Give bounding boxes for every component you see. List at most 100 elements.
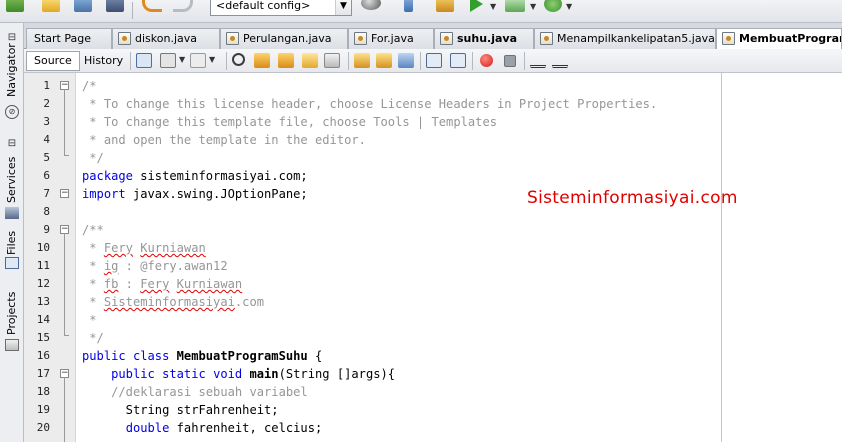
- code-text: * To change this license header, choose …: [82, 97, 658, 111]
- forward-dropdown-icon[interactable]: ▼: [209, 55, 215, 64]
- find-icon[interactable]: [232, 53, 245, 66]
- code-text: * Sisteminformasiyai.com: [82, 295, 265, 309]
- clean-build-icon[interactable]: [404, 0, 413, 12]
- java-file-icon: [722, 32, 735, 45]
- code-text: import javax.swing.JOptionPane;: [82, 187, 308, 201]
- java-file-icon: [354, 32, 367, 45]
- code-line[interactable]: 6 package sisteminformasiyai.com;: [24, 167, 842, 185]
- toggle-bookmark-icon[interactable]: [398, 53, 414, 68]
- tab-perulangan-java[interactable]: Perulangan.java: [220, 28, 348, 49]
- tab-menampilkankelipatan5-java[interactable]: Menampilkankelipatan5.java: [534, 28, 716, 49]
- tab-diskon-java[interactable]: diskon.java: [112, 28, 220, 49]
- undo-icon[interactable]: [142, 0, 162, 12]
- line-number: 2: [43, 97, 50, 110]
- open-project-icon[interactable]: [74, 0, 92, 12]
- line-number: 8: [43, 205, 50, 218]
- line-number: 10: [36, 241, 50, 254]
- code-text: /*: [82, 79, 97, 93]
- back-icon[interactable]: [160, 53, 176, 68]
- java-file-icon: [226, 32, 239, 45]
- code-line[interactable]: 14 *: [24, 311, 842, 329]
- redo-icon[interactable]: [173, 0, 193, 12]
- code-line[interactable]: 18 //deklarasi sebuah variabel: [24, 383, 842, 401]
- source-button[interactable]: Source: [26, 51, 80, 71]
- find-next-icon[interactable]: [278, 53, 294, 68]
- save-all-icon[interactable]: [106, 0, 124, 12]
- code-line[interactable]: 4 * and open the template in the editor.: [24, 131, 842, 149]
- code-line[interactable]: 19 String strFahrenheit;: [24, 401, 842, 419]
- tab-start-page[interactable]: Start Page: [26, 28, 112, 49]
- line-number: 3: [43, 115, 50, 128]
- history-button[interactable]: History: [76, 51, 131, 71]
- code-line[interactable]: 11 * ig : @fery.awan12: [24, 257, 842, 275]
- find-previous-icon[interactable]: [254, 53, 270, 68]
- forward-icon[interactable]: [190, 53, 206, 68]
- code-text: String strFahrenheit;: [82, 403, 279, 417]
- fold-toggle-icon[interactable]: −: [60, 189, 69, 198]
- code-line[interactable]: 17− public static void main(String []arg…: [24, 365, 842, 383]
- code-editor[interactable]: 1−/* 2 * To change this license header, c…: [24, 73, 842, 442]
- code-line[interactable]: 1−/*: [24, 77, 842, 95]
- comment-icon[interactable]: [530, 53, 546, 68]
- sidebar-item-label: Navigator: [5, 43, 18, 97]
- run-dropdown-icon[interactable]: ▼: [490, 2, 496, 11]
- line-number: 9: [43, 223, 50, 236]
- code-text: * Fery Kurniawan: [82, 241, 206, 255]
- new-project-icon[interactable]: [6, 0, 24, 12]
- sidebar-item-projects[interactable]: Projects: [0, 283, 24, 363]
- sidebar-item-navigator[interactable]: ⊟ Navigator ⊘: [0, 29, 24, 124]
- new-file-icon[interactable]: [42, 0, 60, 12]
- tab-suhu-java[interactable]: suhu.java: [434, 28, 534, 49]
- editor-tab-strip: Start Page diskon.java Perulangan.java F…: [24, 27, 842, 50]
- next-bookmark-icon[interactable]: [376, 53, 392, 68]
- code-line[interactable]: 20 double fahrenheit, celcius;: [24, 419, 842, 437]
- toggle-highlight-icon[interactable]: [324, 53, 340, 68]
- projects-icon: [5, 339, 19, 351]
- back-dropdown-icon[interactable]: ▼: [179, 55, 185, 64]
- code-line[interactable]: 9−/**: [24, 221, 842, 239]
- code-line[interactable]: 15 */: [24, 329, 842, 347]
- config-select-value: <default config>: [216, 0, 311, 12]
- profile-dropdown-icon[interactable]: ▼: [566, 2, 572, 11]
- sidebar-item-services[interactable]: ⊟ Services: [0, 135, 24, 223]
- config-select[interactable]: <default config> ▼: [210, 0, 352, 16]
- main-toolbar: <default config> ▼ ▼ ▼ ▼: [0, 0, 842, 23]
- tab-membuatprogramsuhu[interactable]: MembuatProgram: [716, 28, 842, 50]
- code-line[interactable]: 10 * Fery Kurniawan: [24, 239, 842, 257]
- code-text: * ig : @fery.awan12: [82, 259, 228, 273]
- code-line[interactable]: 12 * fb : Fery Kurniawan: [24, 275, 842, 293]
- code-text: *: [82, 313, 97, 327]
- stop-macro-icon[interactable]: [504, 55, 516, 67]
- tab-for-java[interactable]: For.java: [348, 28, 434, 49]
- line-number: 7: [43, 187, 50, 200]
- shift-left-icon[interactable]: [426, 53, 442, 68]
- sidebar-item-label: Services: [5, 156, 18, 203]
- line-number: 13: [36, 295, 50, 308]
- java-file-icon: [540, 32, 553, 45]
- code-line[interactable]: 5 */: [24, 149, 842, 167]
- chevron-down-icon[interactable]: ▼: [335, 0, 351, 15]
- debug-dropdown-icon[interactable]: ▼: [530, 2, 536, 11]
- find-selection-icon[interactable]: [302, 53, 318, 68]
- sidebar-item-files[interactable]: Files: [0, 223, 24, 275]
- line-number: 16: [36, 349, 50, 362]
- code-line[interactable]: 2 * To change this license header, choos…: [24, 95, 842, 113]
- code-line[interactable]: 3 * To change this template file, choose…: [24, 113, 842, 131]
- shift-right-icon[interactable]: [450, 53, 466, 68]
- previous-bookmark-icon[interactable]: [354, 53, 370, 68]
- profile-icon[interactable]: [436, 0, 454, 12]
- start-macro-icon[interactable]: [480, 54, 493, 67]
- code-line[interactable]: 13 * Sisteminformasiyai.com: [24, 293, 842, 311]
- uncomment-icon[interactable]: [552, 53, 568, 68]
- last-edit-icon[interactable]: [136, 53, 152, 68]
- attach-debugger-icon[interactable]: [544, 0, 562, 12]
- editor-toolbar: Source History ▼ ▼: [24, 49, 842, 73]
- line-number: 19: [36, 403, 50, 416]
- line-number: 18: [36, 385, 50, 398]
- code-text: * To change this template file, choose T…: [82, 115, 498, 129]
- run-icon[interactable]: [470, 0, 483, 12]
- code-line[interactable]: 16 public class MembuatProgramSuhu {: [24, 347, 842, 365]
- debug-icon[interactable]: [505, 0, 525, 12]
- code-text: package sisteminformasiyai.com;: [82, 169, 308, 183]
- build-icon[interactable]: [361, 0, 381, 10]
